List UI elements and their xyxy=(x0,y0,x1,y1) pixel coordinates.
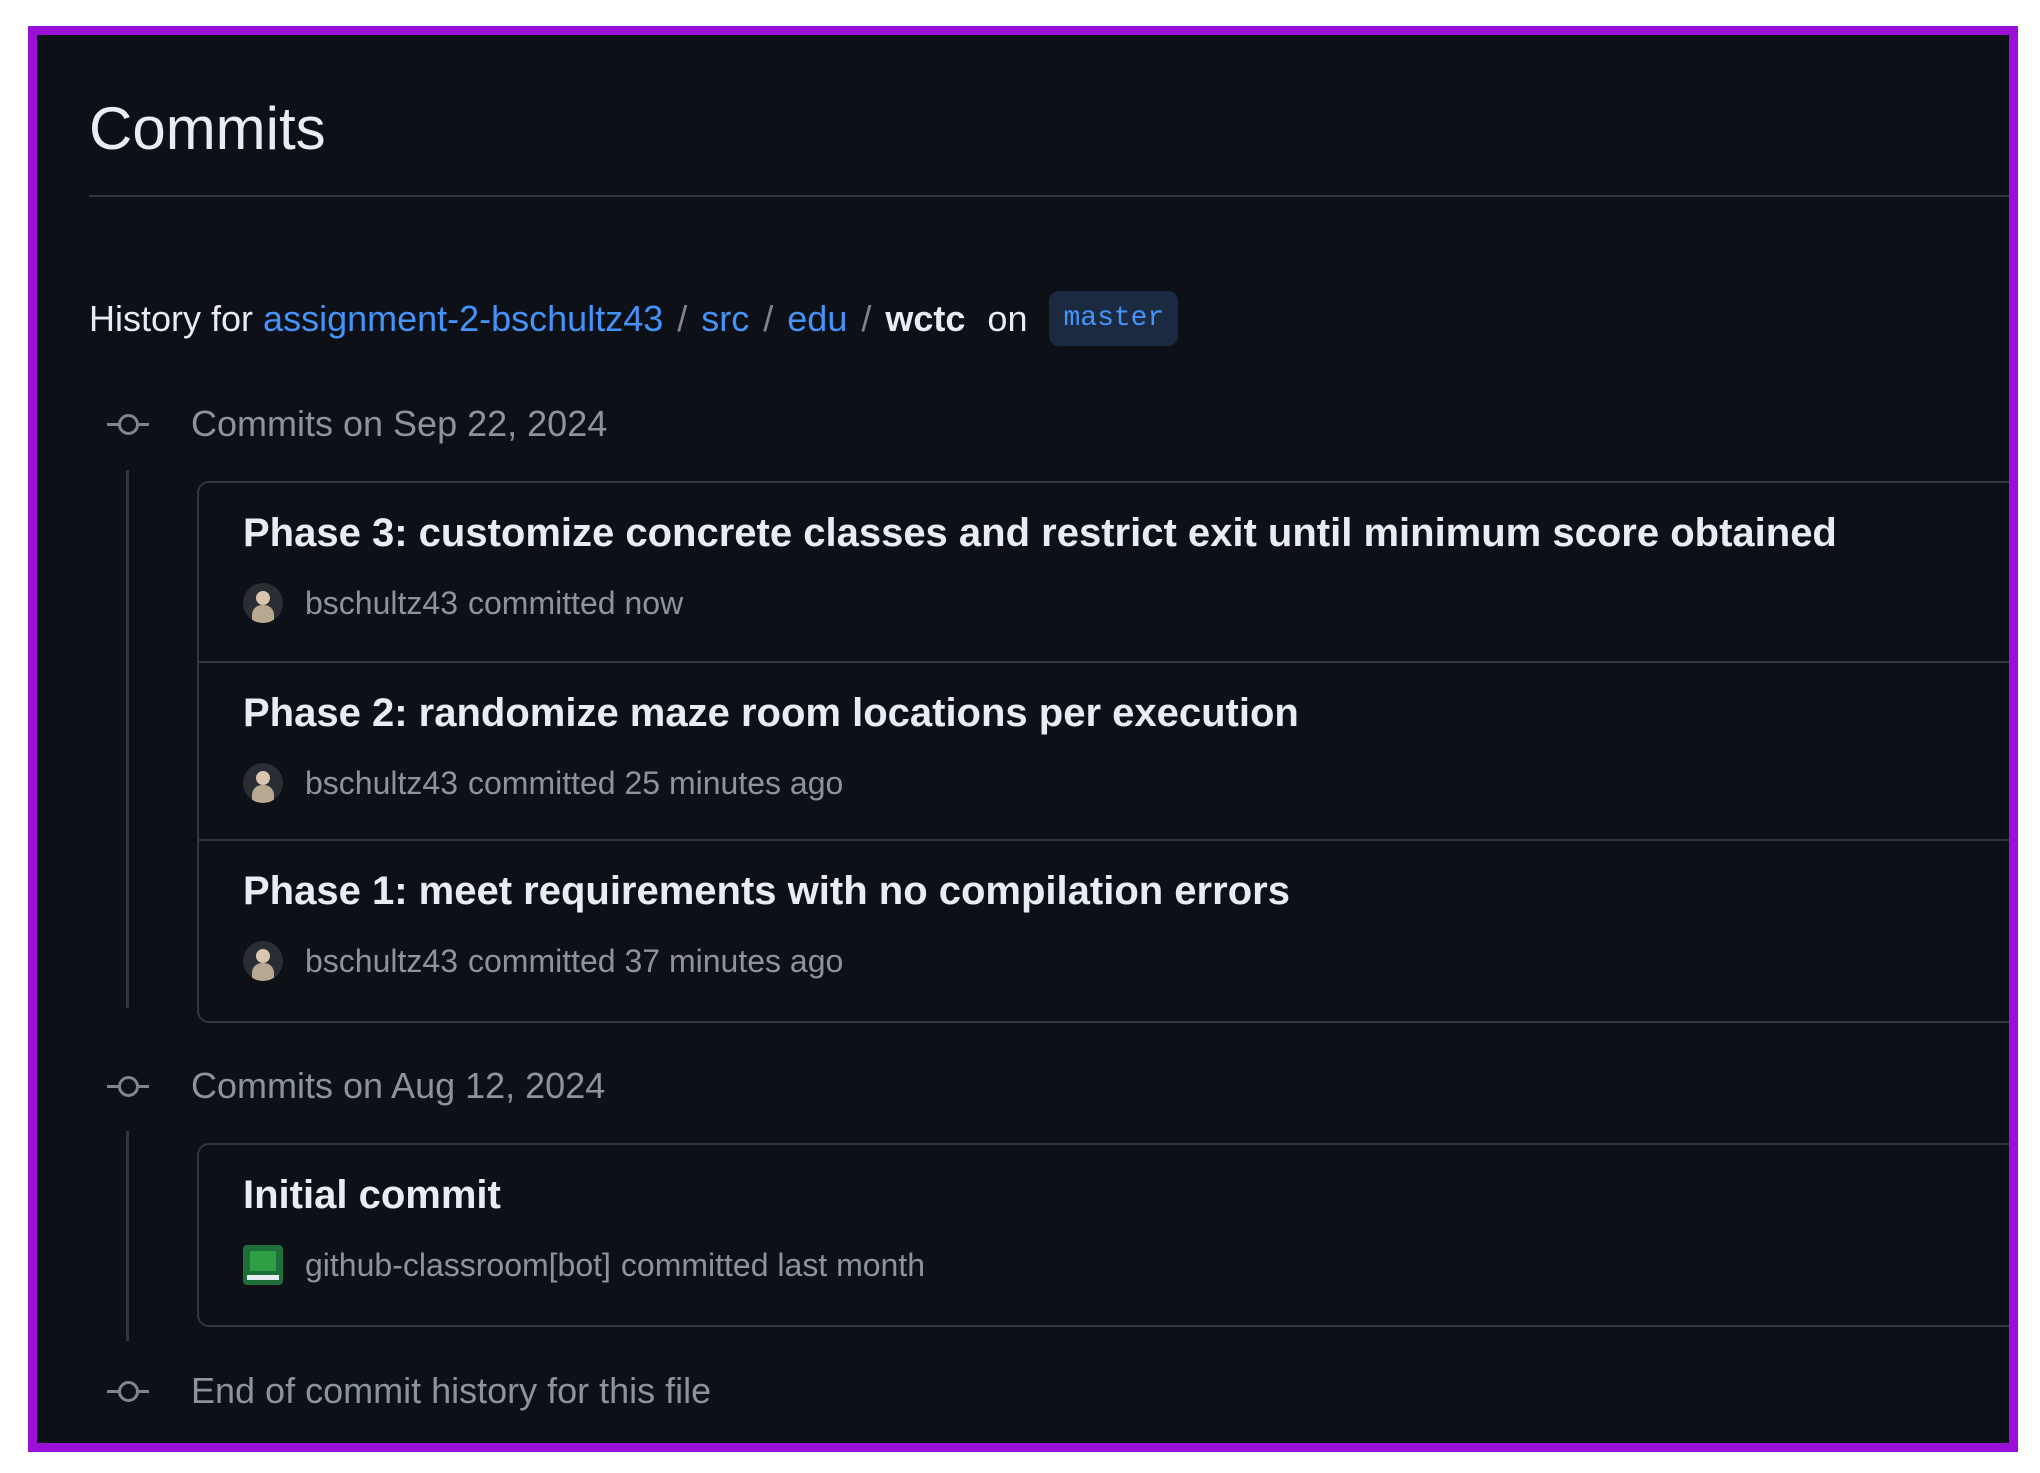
commit-meta: bschultz43 committed now xyxy=(243,583,683,623)
git-commit-icon xyxy=(107,413,149,435)
commit-list: Initial commit github-classroom[bot] com… xyxy=(197,1143,2009,1327)
breadcrumb-separator: / xyxy=(677,297,688,339)
screenshot-frame: Commits History for assignment-2-bschult… xyxy=(28,26,2018,1452)
commit-author-link[interactable]: bschultz43 xyxy=(305,765,458,802)
end-of-history-label: End of commit history for this file xyxy=(191,1370,712,1411)
breadcrumb-separator: / xyxy=(763,297,774,339)
history-breadcrumb: History for assignment-2-bschultz43 / sr… xyxy=(89,291,1179,346)
commit-row[interactable]: Phase 3: customize concrete classes and … xyxy=(199,483,2009,661)
user-avatar-icon[interactable] xyxy=(243,941,283,981)
commit-author-link[interactable]: github-classroom[bot] xyxy=(305,1247,611,1284)
commit-time: committed last month xyxy=(620,1246,926,1283)
breadcrumb-edu-link[interactable]: edu xyxy=(787,298,847,340)
user-avatar-icon[interactable] xyxy=(243,583,283,623)
commit-message-link[interactable]: Phase 1: meet requirements with no compi… xyxy=(243,869,1290,914)
commit-meta: github-classroom[bot] committed last mon… xyxy=(243,1245,925,1285)
commit-author-link[interactable]: bschultz43 xyxy=(305,943,458,980)
user-avatar-icon[interactable] xyxy=(243,763,283,803)
commit-group-date: Commits on Sep 22, 2024 xyxy=(191,403,608,444)
page-title: Commits xyxy=(89,95,326,162)
commit-message-link[interactable]: Phase 2: randomize maze room locations p… xyxy=(243,691,1299,736)
timeline-line xyxy=(126,1131,129,1341)
breadcrumb-repo-link[interactable]: assignment-2-bschultz43 xyxy=(263,298,663,340)
history-prefix: History for xyxy=(89,297,254,339)
breadcrumb-src-link[interactable]: src xyxy=(701,298,749,340)
commit-group-date: Commits on Aug 12, 2024 xyxy=(191,1065,606,1106)
commit-history-end: End of commit history for this file xyxy=(107,1370,711,1412)
branch-badge[interactable]: master xyxy=(1049,291,1179,346)
commit-row[interactable]: Initial commit github-classroom[bot] com… xyxy=(199,1145,2009,1321)
breadcrumb-current: wctc xyxy=(885,297,966,339)
timeline-line xyxy=(126,470,129,1008)
commit-time: committed 25 minutes ago xyxy=(467,764,844,801)
commit-meta: bschultz43 committed 25 minutes ago xyxy=(243,763,843,803)
commit-row[interactable]: Phase 1: meet requirements with no compi… xyxy=(199,839,2009,1017)
commit-group-header: Commits on Sep 22, 2024 xyxy=(107,403,607,445)
commit-time: committed 37 minutes ago xyxy=(467,942,844,979)
commit-meta: bschultz43 committed 37 minutes ago xyxy=(243,941,843,981)
title-divider xyxy=(89,195,2009,197)
commit-row[interactable]: Phase 2: randomize maze room locations p… xyxy=(199,661,2009,839)
commit-time: committed now xyxy=(467,584,684,621)
git-commit-icon xyxy=(107,1075,149,1097)
breadcrumb-separator: / xyxy=(861,297,872,339)
branch-on-label: on xyxy=(987,297,1028,339)
git-commit-icon xyxy=(107,1380,149,1402)
bot-avatar-icon[interactable] xyxy=(243,1245,283,1285)
commit-group-header: Commits on Aug 12, 2024 xyxy=(107,1065,605,1107)
commit-author-link[interactable]: bschultz43 xyxy=(305,585,458,622)
commit-message-link[interactable]: Phase 3: customize concrete classes and … xyxy=(243,511,1837,556)
commit-message-link[interactable]: Initial commit xyxy=(243,1173,501,1218)
commit-list: Phase 3: customize concrete classes and … xyxy=(197,481,2009,1023)
